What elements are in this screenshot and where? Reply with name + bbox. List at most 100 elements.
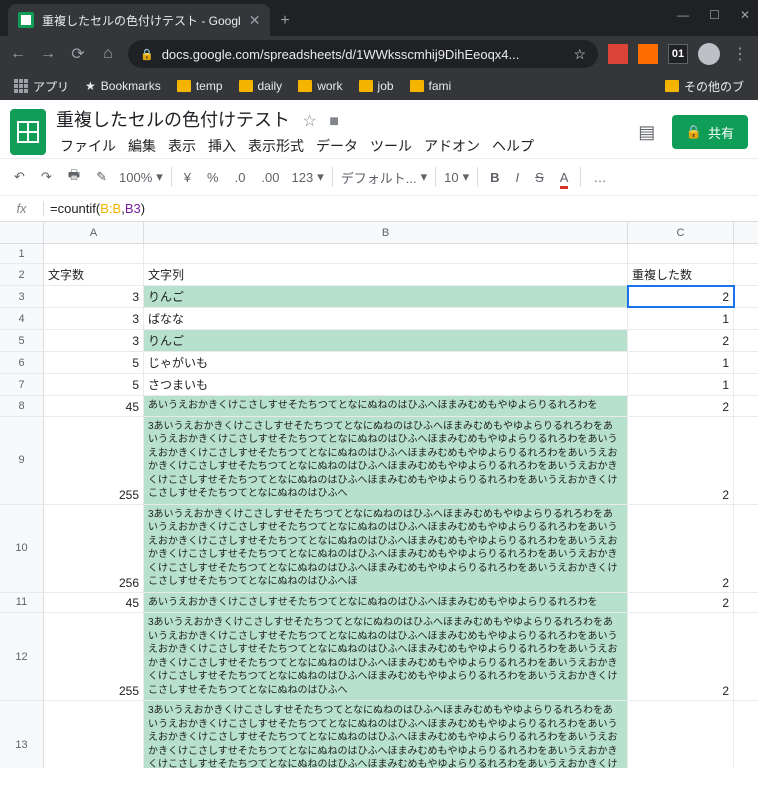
cell-B6[interactable]: じゃがいも [144, 352, 628, 373]
zoom-select[interactable]: 100%▾ [119, 169, 163, 185]
font-select[interactable]: デフォルト...▾ [341, 168, 427, 187]
cell-A4[interactable]: 3 [44, 308, 144, 329]
menu-file[interactable]: ファイル [56, 134, 120, 158]
row-header[interactable]: 7 [0, 374, 44, 395]
cell-A13[interactable]: 256 [44, 701, 144, 768]
cell-A5[interactable]: 3 [44, 330, 144, 351]
other-bookmarks[interactable]: その他のブ [659, 76, 750, 97]
folder-temp[interactable]: temp [171, 77, 229, 95]
number-format-select[interactable]: 123▾ [292, 169, 324, 185]
cell-B10[interactable]: 3あいうえおかきくけこさしすせそたちつてとなにぬねのはひふへほまみむめもやゆよら… [144, 505, 628, 592]
maximize-icon[interactable]: ☐ [709, 8, 720, 22]
cell-A10[interactable]: 256 [44, 505, 144, 592]
redo-button[interactable]: ↷ [37, 167, 56, 187]
cell-A11[interactable]: 45 [44, 593, 144, 613]
cell-B7[interactable]: さつまいも [144, 374, 628, 395]
sheets-logo[interactable] [10, 109, 46, 155]
col-header-A[interactable]: A [44, 222, 144, 243]
tab-close-icon[interactable]: ✕ [249, 12, 261, 29]
cell-B3[interactable]: りんご [144, 286, 628, 307]
cell-A3[interactable]: 3 [44, 286, 144, 307]
print-button[interactable]: 🖶 [64, 164, 84, 190]
row-header[interactable]: 1 [0, 244, 44, 263]
cell-A8[interactable]: 45 [44, 396, 144, 416]
menu-data[interactable]: データ [312, 134, 362, 158]
star-document-icon[interactable]: ☆ [302, 113, 316, 130]
cell-C3[interactable]: 2 [628, 286, 734, 307]
cell-C7[interactable]: 1 [628, 374, 734, 395]
text-color-button[interactable]: A [556, 168, 573, 187]
extension-icon-2[interactable] [638, 44, 658, 64]
col-header-C[interactable]: C [628, 222, 734, 243]
cell-C5[interactable]: 2 [628, 330, 734, 351]
menu-edit[interactable]: 編集 [124, 134, 160, 158]
percent-button[interactable]: % [203, 168, 223, 187]
cell-B2[interactable]: 文字列 [144, 264, 628, 285]
browser-tab[interactable]: 重複したセルの色付けテスト - Googl ✕ [8, 4, 270, 36]
menu-insert[interactable]: 挿入 [204, 134, 240, 158]
row-header[interactable]: 12 [0, 613, 44, 700]
col-header-B[interactable]: B [144, 222, 628, 243]
share-button[interactable]: 🔒 共有 [672, 115, 748, 149]
address-bar[interactable]: 🔒 docs.google.com/spreadsheets/d/1WWkssc… [128, 40, 598, 68]
cell-B5[interactable]: りんご [144, 330, 628, 351]
menu-tools[interactable]: ツール [366, 134, 416, 158]
menu-help[interactable]: ヘルプ [488, 134, 538, 158]
cell-C6[interactable]: 1 [628, 352, 734, 373]
cell-A6[interactable]: 5 [44, 352, 144, 373]
italic-button[interactable]: I [512, 168, 524, 187]
folder-fami[interactable]: fami [404, 77, 458, 95]
cell-B9[interactable]: 3あいうえおかきくけこさしすせそたちつてとなにぬねのはひふへほまみむめもやゆよら… [144, 417, 628, 504]
row-header[interactable]: 2 [0, 264, 44, 285]
row-header[interactable]: 11 [0, 593, 44, 613]
menu-view[interactable]: 表示 [164, 134, 200, 158]
cell-A7[interactable]: 5 [44, 374, 144, 395]
bookmark-star-icon[interactable]: ☆ [573, 46, 586, 63]
cell-C11[interactable]: 2 [628, 593, 734, 613]
row-header[interactable]: 10 [0, 505, 44, 592]
row-header[interactable]: 4 [0, 308, 44, 329]
row-header[interactable]: 13 [0, 701, 44, 768]
cell-A12[interactable]: 255 [44, 613, 144, 700]
bold-button[interactable]: B [486, 168, 503, 187]
home-button[interactable]: ⌂ [98, 45, 118, 63]
more-toolbar-button[interactable]: … [589, 168, 610, 187]
back-button[interactable]: ← [8, 45, 28, 63]
apps-bookmark[interactable]: アプリ [8, 76, 75, 97]
folder-job[interactable]: job [353, 77, 400, 95]
row-header[interactable]: 9 [0, 417, 44, 504]
menu-format[interactable]: 表示形式 [244, 134, 308, 158]
minimize-icon[interactable]: — [677, 8, 689, 22]
bookmarks-link[interactable]: ★ Bookmarks [79, 77, 167, 95]
cell-C12[interactable]: 2 [628, 613, 734, 700]
forward-button[interactable]: → [38, 45, 58, 63]
font-size-select[interactable]: 10▾ [444, 169, 469, 185]
profile-avatar[interactable] [698, 43, 720, 65]
folder-work[interactable]: work [292, 77, 348, 95]
cell-C8[interactable]: 2 [628, 396, 734, 416]
cell-C4[interactable]: 1 [628, 308, 734, 329]
cell-B13[interactable]: 3あいうえおかきくけこさしすせそたちつてとなにぬねのはひふへほまみむめもやゆよら… [144, 701, 628, 768]
select-all-cell[interactable] [0, 222, 44, 243]
cell-B11[interactable]: あいうえおかきくけこさしすせそたちつてとなにぬねのはひふへほまみむめもやゆよらり… [144, 593, 628, 613]
row-header[interactable]: 6 [0, 352, 44, 373]
row-header[interactable]: 3 [0, 286, 44, 307]
document-title[interactable]: 重複したセルの色付けテスト [56, 106, 290, 132]
close-icon[interactable]: ✕ [740, 8, 750, 22]
increase-decimal-button[interactable]: .00 [257, 168, 283, 187]
cell-A2[interactable]: 文字数 [44, 264, 144, 285]
cell-C13[interactable]: 2 [628, 701, 734, 768]
cell-A9[interactable]: 255 [44, 417, 144, 504]
row-header[interactable]: 8 [0, 396, 44, 416]
strikethrough-button[interactable]: S [531, 168, 548, 187]
browser-menu-icon[interactable]: ⋮ [730, 44, 750, 64]
cell-A1[interactable] [44, 244, 144, 263]
cell-B4[interactable]: ばなな [144, 308, 628, 329]
cell-C10[interactable]: 2 [628, 505, 734, 592]
new-tab-button[interactable]: + [280, 12, 289, 36]
cell-C1[interactable] [628, 244, 734, 263]
row-header[interactable]: 5 [0, 330, 44, 351]
reload-button[interactable]: ⟳ [68, 44, 88, 64]
cell-B1[interactable] [144, 244, 628, 263]
move-folder-icon[interactable]: ■ [329, 113, 339, 130]
